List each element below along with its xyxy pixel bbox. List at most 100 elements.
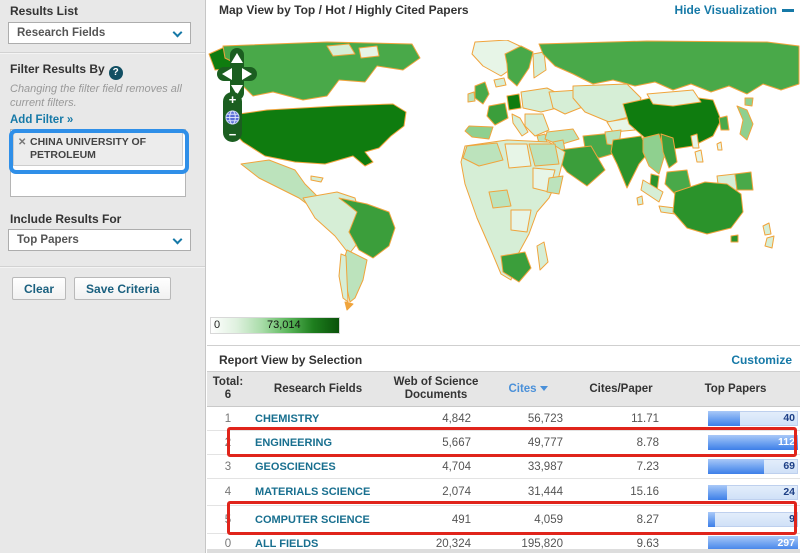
map-country-uk[interactable] (475, 82, 489, 104)
table-row: 4MATERIALS SCIENCE2,07431,44415.1624 (207, 479, 800, 506)
map-country-taiwan[interactable] (717, 142, 722, 150)
top-papers-bar: 24 (708, 485, 798, 500)
column-header-cites[interactable]: Cites (485, 383, 571, 396)
table-row: 5COMPUTER SCIENCE4914,0598.279 (207, 506, 800, 534)
top-papers-bar-fill (708, 485, 727, 500)
globe-icon[interactable] (225, 110, 240, 125)
map-country-nz2[interactable] (765, 236, 774, 248)
map-country-chile[interactable] (339, 254, 348, 302)
top-papers-cell: 40 (671, 411, 800, 426)
column-header-wos-documents[interactable]: Web of Science Documents (387, 376, 485, 402)
add-filter-link[interactable]: Add Filter » (10, 114, 73, 126)
choropleth-world-map[interactable] (207, 40, 800, 315)
row-rank: 3 (207, 461, 249, 473)
map-country-png[interactable] (735, 172, 753, 190)
filter-note: Changing the filter field removes all cu… (10, 82, 194, 110)
remove-filter-icon[interactable]: ✕ (18, 136, 26, 149)
legend-max-value: 73,014 (267, 319, 301, 331)
map-country-tasmania[interactable] (731, 235, 738, 242)
include-results-select[interactable]: Top Papers (8, 229, 191, 251)
sidebar-divider (0, 266, 205, 268)
top-papers-bar: 9 (708, 512, 798, 527)
filter-list-box[interactable]: ✕ CHINA UNIVERSITY OF PETROLEUM (10, 129, 186, 197)
map-country-ireland[interactable] (468, 92, 475, 102)
zoom-out-button[interactable]: − (229, 128, 237, 141)
map-country-madagascar[interactable] (537, 242, 548, 270)
map-country-australia[interactable] (673, 182, 743, 234)
map-country-philippines1[interactable] (691, 134, 699, 148)
table-body: 1CHEMISTRY4,84256,72311.71402ENGINEERING… (207, 407, 800, 553)
map-country-south_africa[interactable] (501, 252, 531, 282)
table-row: 3GEOSCIENCES4,70433,9877.2369 (207, 455, 800, 479)
esi-app: Results List Research Fields Filter Resu… (0, 0, 800, 553)
top-papers-value: 297 (777, 537, 795, 549)
row-rank: 1 (207, 413, 249, 425)
clear-button[interactable]: Clear (12, 277, 66, 300)
top-papers-value: 40 (783, 412, 795, 424)
map-country-japan[interactable] (737, 106, 753, 140)
map-country-iceland[interactable] (494, 78, 506, 87)
research-field-link[interactable]: CHEMISTRY (249, 413, 387, 425)
research-field-link[interactable]: ENGINEERING (249, 437, 387, 449)
map-country-cuba[interactable] (311, 176, 323, 182)
cites-per-paper-value: 8.78 (571, 437, 671, 449)
top-papers-bar: 112 (708, 435, 798, 450)
map-country-sa_tip[interactable] (345, 302, 353, 310)
top-papers-cell: 112 (671, 435, 800, 450)
row-rank: 4 (207, 486, 249, 498)
wos-documents-value: 4,842 (387, 413, 485, 425)
map-country-mongolia[interactable] (647, 90, 701, 106)
map-country-hokkaido[interactable] (745, 98, 753, 106)
map-country-libya[interactable] (505, 144, 531, 168)
research-field-link[interactable]: ALL FIELDS (249, 538, 387, 550)
map-country-nigeria[interactable] (489, 190, 511, 208)
results-list-selected: Research Fields (17, 27, 105, 39)
filter-tag[interactable]: ✕ CHINA UNIVERSITY OF PETROLEUM (13, 132, 183, 166)
save-criteria-button[interactable]: Save Criteria (74, 277, 171, 300)
column-header-top-papers[interactable]: Top Papers (671, 383, 800, 396)
map-country-usa[interactable] (225, 104, 406, 166)
sort-desc-icon (540, 386, 548, 391)
map-country-srilanka[interactable] (637, 196, 643, 205)
map-country-arctic2[interactable] (359, 46, 379, 58)
top-papers-bar-fill (708, 459, 764, 474)
zoom-in-button[interactable]: + (229, 93, 237, 106)
top-papers-value: 69 (783, 460, 795, 472)
cites-per-paper-value: 7.23 (571, 461, 671, 473)
chevron-down-icon (173, 28, 183, 38)
map-country-ethiopia[interactable] (547, 176, 563, 194)
map-country-germany[interactable] (507, 94, 521, 110)
top-papers-value: 112 (778, 436, 795, 448)
research-field-link[interactable]: GEOSCIENCES (249, 461, 387, 473)
map-country-spain[interactable] (465, 126, 493, 139)
map-country-philippines2[interactable] (695, 150, 703, 162)
wos-documents-value: 5,667 (387, 437, 485, 449)
top-papers-cell: 24 (671, 485, 800, 500)
results-list-select[interactable]: Research Fields (8, 22, 191, 44)
customize-link[interactable]: Customize (731, 353, 792, 367)
column-header-cites-per-paper[interactable]: Cites/Paper (571, 383, 671, 396)
top-papers-cell: 9 (671, 512, 800, 527)
map-country-scandinavia[interactable] (505, 46, 533, 86)
map-country-drc[interactable] (511, 210, 531, 232)
research-field-link[interactable]: MATERIALS SCIENCE (249, 486, 387, 498)
map-zoom-control: + − (223, 92, 242, 142)
research-field-link[interactable]: COMPUTER SCIENCE (249, 514, 387, 526)
map-country-korea[interactable] (719, 116, 729, 130)
cites-value: 33,987 (485, 461, 571, 473)
help-icon[interactable]: ? (109, 66, 123, 80)
row-rank: 2 (207, 437, 249, 449)
map-color-legend: 0 73,014 (210, 317, 340, 334)
column-header-research-fields[interactable]: Research Fields (249, 383, 387, 396)
report-title: Report View by Selection (219, 353, 362, 367)
table-row: 2ENGINEERING5,66749,7778.78112 (207, 431, 800, 455)
map-country-france[interactable] (487, 103, 508, 125)
include-results-selected: Top Papers (17, 234, 79, 246)
hide-visualization-link[interactable]: Hide Visualization (675, 3, 794, 17)
top-papers-cell: 69 (671, 459, 800, 474)
cites-per-paper-value: 9.63 (571, 538, 671, 550)
map-country-nz1[interactable] (763, 223, 771, 235)
map-country-balkans[interactable] (525, 114, 549, 136)
map-country-finland[interactable] (533, 52, 546, 78)
filter-tag-label: CHINA UNIVERSITY OF PETROLEUM (30, 136, 146, 161)
